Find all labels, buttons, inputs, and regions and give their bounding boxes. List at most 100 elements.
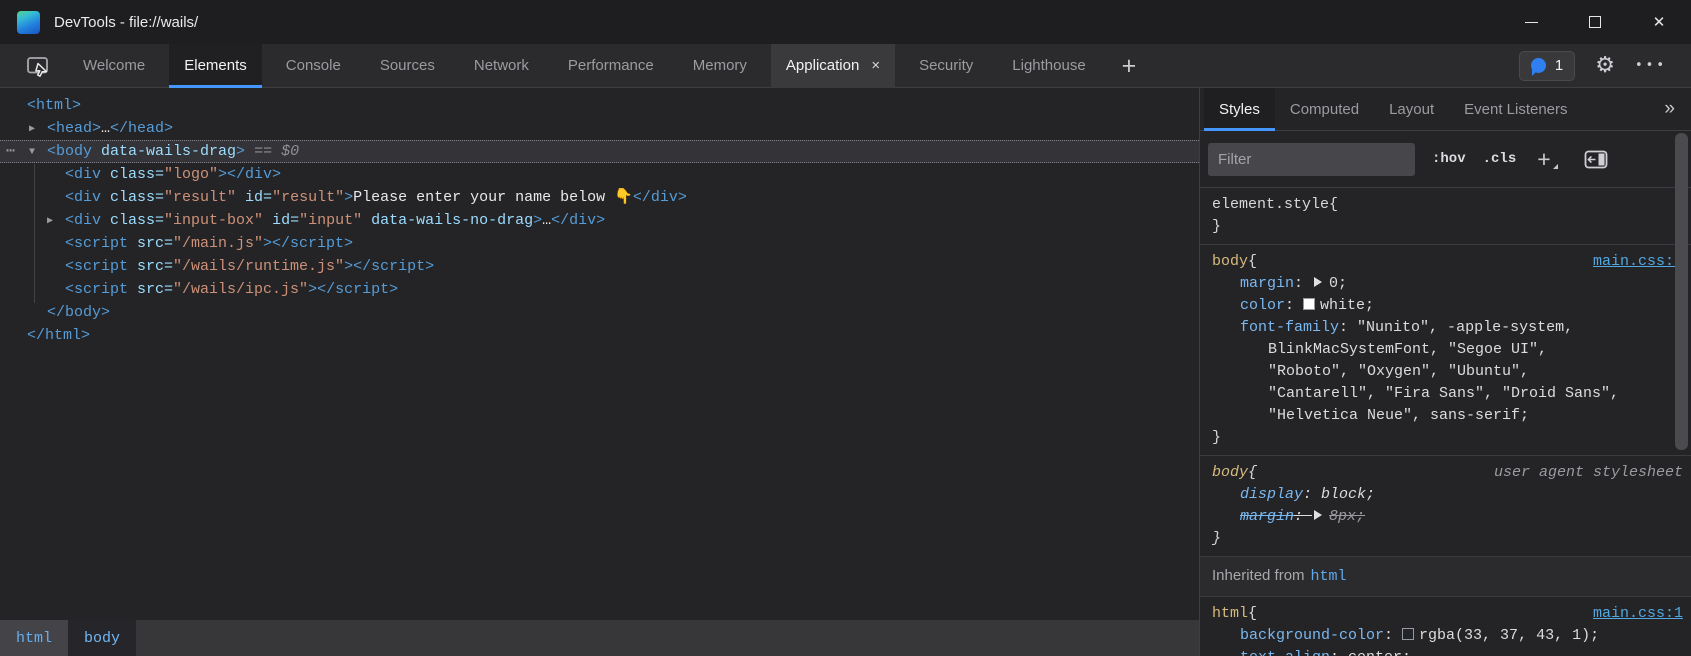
expand-arrow-icon[interactable]: ▶ bbox=[47, 210, 65, 233]
tab-application[interactable]: Application× bbox=[771, 44, 895, 88]
tab-label: Network bbox=[474, 57, 529, 74]
css-property[interactable]: color: white; bbox=[1212, 295, 1683, 317]
expand-value-arrow-icon[interactable] bbox=[1314, 510, 1322, 520]
expand-arrow-icon[interactable]: ▶ bbox=[29, 118, 47, 141]
maximize-button[interactable] bbox=[1563, 0, 1627, 44]
css-property[interactable]: display: block; bbox=[1212, 484, 1683, 506]
breadcrumb-item-body[interactable]: body bbox=[68, 620, 136, 656]
expand-arrow-icon[interactable]: ▼ bbox=[29, 142, 47, 163]
sidebar-tab-event-listeners[interactable]: Event Listeners bbox=[1449, 88, 1582, 131]
color-swatch[interactable] bbox=[1402, 628, 1414, 640]
tab-performance[interactable]: Performance bbox=[553, 44, 669, 88]
scrollbar-thumb[interactable] bbox=[1675, 133, 1688, 450]
tree-node[interactable]: </html> bbox=[0, 324, 1199, 347]
pseudo-state-toggle[interactable]: :hov bbox=[1432, 151, 1466, 167]
window-title: DevTools - file://wails/ bbox=[54, 14, 198, 31]
node-menu-dots-icon[interactable]: ⋯ bbox=[6, 141, 15, 162]
tree-node[interactable]: ▶<head>…</head> bbox=[0, 117, 1199, 140]
css-selector[interactable]: body bbox=[1212, 462, 1248, 484]
more-options-button[interactable]: ••• bbox=[1635, 58, 1667, 73]
tree-node[interactable]: <div class="result" id="result">Please e… bbox=[0, 186, 1199, 209]
activity-badge[interactable]: 1 bbox=[1519, 51, 1575, 81]
css-selector[interactable]: html bbox=[1212, 603, 1248, 625]
feedback-bubble-icon bbox=[1531, 58, 1546, 73]
tree-node[interactable]: <html> bbox=[0, 94, 1199, 117]
badge-count: 1 bbox=[1555, 57, 1563, 74]
inspect-icon bbox=[25, 53, 51, 79]
code-token: "/wails/ipc.js" bbox=[173, 281, 308, 298]
tab-console[interactable]: Console bbox=[271, 44, 356, 88]
close-tab-icon[interactable]: × bbox=[871, 57, 880, 74]
dropdown-corner-icon bbox=[1553, 164, 1558, 169]
tab-label: Lighthouse bbox=[1012, 57, 1085, 74]
tree-node[interactable]: <script src="/wails/runtime.js"></script… bbox=[0, 255, 1199, 278]
tab-network[interactable]: Network bbox=[459, 44, 544, 88]
code-token: id= bbox=[263, 212, 299, 229]
color-swatch[interactable] bbox=[1303, 298, 1315, 310]
expand-value-arrow-icon[interactable] bbox=[1314, 277, 1322, 287]
more-tools-button[interactable]: + bbox=[1110, 46, 1149, 86]
tree-node[interactable]: </body> bbox=[0, 301, 1199, 324]
inspect-element-button[interactable] bbox=[18, 44, 58, 88]
code-token: … bbox=[101, 120, 110, 137]
inherited-node-link[interactable]: html bbox=[1311, 568, 1347, 585]
code-token: <body bbox=[47, 143, 92, 160]
new-style-rule-button[interactable]: + bbox=[1533, 146, 1554, 173]
sidebar-tab-computed[interactable]: Computed bbox=[1275, 88, 1374, 131]
tree-node[interactable]: ⋯▼<body data-wails-drag> == $0 bbox=[0, 140, 1199, 163]
code-token: src= bbox=[128, 258, 173, 275]
code-token: </head> bbox=[110, 120, 173, 137]
code-token: </div> bbox=[633, 189, 687, 206]
close-button[interactable]: ✕ bbox=[1627, 0, 1691, 44]
inherited-from-label: Inherited from bbox=[1212, 567, 1305, 584]
stylesheet-link[interactable]: main.css:7 bbox=[1593, 251, 1683, 273]
code-token: ></script> bbox=[308, 281, 398, 298]
stylesheet-link[interactable]: main.css:1 bbox=[1593, 603, 1683, 625]
css-property[interactable]: margin: 8px; bbox=[1212, 506, 1683, 528]
css-property[interactable]: margin: 0; bbox=[1212, 273, 1683, 295]
sidebar-tab-styles[interactable]: Styles bbox=[1204, 88, 1275, 131]
tab-security[interactable]: Security bbox=[904, 44, 988, 88]
code-token: … bbox=[542, 212, 551, 229]
css-property[interactable]: font-family: "Nunito", -apple-system, Bl… bbox=[1212, 317, 1683, 427]
tab-sources[interactable]: Sources bbox=[365, 44, 450, 88]
tab-label: Elements bbox=[184, 57, 247, 74]
tab-memory[interactable]: Memory bbox=[678, 44, 762, 88]
code-token: ></div> bbox=[218, 166, 281, 183]
code-token: <script bbox=[65, 281, 128, 298]
sidebar-tabs: StylesComputedLayoutEvent Listeners » bbox=[1200, 88, 1691, 131]
tree-node[interactable]: <script src="/wails/ipc.js"></script> bbox=[0, 278, 1199, 301]
minimize-button[interactable] bbox=[1499, 0, 1563, 44]
code-token: "result" bbox=[272, 189, 344, 206]
tab-welcome[interactable]: Welcome bbox=[68, 44, 160, 88]
code-token: data-wails-no-drag bbox=[362, 212, 533, 229]
code-token: "input" bbox=[299, 212, 362, 229]
breadcrumb-item-html[interactable]: html bbox=[0, 620, 68, 656]
css-selector[interactable]: element.style bbox=[1212, 194, 1329, 216]
more-dots-icon: ••• bbox=[1635, 58, 1667, 73]
css-property[interactable]: text-align: center; bbox=[1212, 647, 1683, 656]
class-toggle[interactable]: .cls bbox=[1483, 151, 1517, 167]
styles-sidebar: StylesComputedLayoutEvent Listeners » :ho… bbox=[1200, 88, 1691, 656]
settings-button[interactable]: ⚙ bbox=[1595, 53, 1615, 78]
code-token: id= bbox=[236, 189, 272, 206]
tree-node[interactable]: <script src="/main.js"></script> bbox=[0, 232, 1199, 255]
tab-elements[interactable]: Elements bbox=[169, 44, 262, 88]
tab-label: Memory bbox=[693, 57, 747, 74]
code-token: == $0 bbox=[245, 143, 299, 160]
toggle-sidebar-icon bbox=[1584, 150, 1608, 169]
css-property[interactable]: background-color: rgba(33, 37, 43, 1); bbox=[1212, 625, 1683, 647]
filter-input[interactable] bbox=[1208, 143, 1415, 176]
tab-lighthouse[interactable]: Lighthouse bbox=[997, 44, 1100, 88]
sidebar-tab-layout[interactable]: Layout bbox=[1374, 88, 1449, 131]
css-selector[interactable]: body bbox=[1212, 251, 1248, 273]
stylesheet-origin: user agent stylesheet bbox=[1494, 462, 1683, 484]
code-token: <html> bbox=[27, 97, 81, 114]
tree-node[interactable]: ▶<div class="input-box" id="input" data-… bbox=[0, 209, 1199, 232]
tab-label: Security bbox=[919, 57, 973, 74]
tree-node[interactable]: <div class="logo"></div> bbox=[0, 163, 1199, 186]
title-bar: DevTools - file://wails/ ✕ bbox=[0, 0, 1691, 44]
toolbar-right: 1 ⚙ ••• bbox=[1519, 51, 1667, 81]
more-tabs-chevron[interactable]: » bbox=[1664, 98, 1675, 120]
toggle-sidebar-button[interactable] bbox=[1584, 150, 1608, 169]
